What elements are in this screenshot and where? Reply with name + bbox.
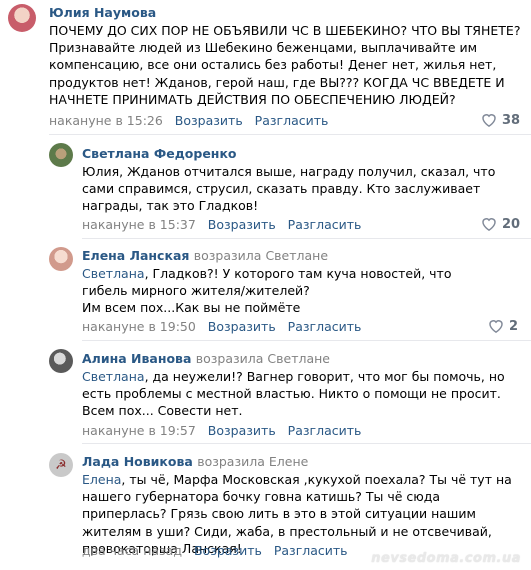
heart-icon [489, 320, 503, 334]
reply-to[interactable]: Светлане [265, 248, 328, 263]
author-link[interactable]: Лада Новикова [82, 454, 193, 469]
avatar[interactable] [49, 349, 73, 373]
addressee-link[interactable]: Светлана [82, 369, 145, 384]
reply-button[interactable]: Возразить [208, 217, 276, 232]
share-button[interactable]: Разгласить [288, 423, 362, 438]
comment-text: Светлана, да неужели!? Вагнер говорит, ч… [82, 368, 522, 420]
author-name: Лада Новикова возразила Елене [82, 454, 308, 469]
avatar[interactable] [49, 247, 73, 271]
like-button[interactable]: 20 [481, 216, 520, 232]
avatar[interactable] [49, 143, 73, 167]
watermark: nevsedoma.com.ua [371, 551, 521, 566]
comment-meta: два часа назад Возразить Разгласить [82, 543, 348, 558]
comment-text: ПОЧЕМУ ДО СИХ ПОР НЕ ОБЪЯВИЛИ ЧС В ШЕБЕК… [49, 22, 525, 108]
reply-meta: возразила Светлане [196, 351, 330, 366]
addressee-link[interactable]: Светлана [82, 266, 145, 281]
reply-prefix: возразила [193, 248, 262, 263]
comment-meta: накануне в 15:26 Возразить Разгласить [49, 113, 328, 128]
timestamp[interactable]: накануне в 19:57 [82, 423, 196, 438]
divider [82, 443, 531, 444]
timestamp[interactable]: накануне в 15:37 [82, 217, 196, 232]
hammer-sickle-icon: ☭ [55, 457, 67, 473]
like-button[interactable]: 38 [481, 112, 520, 128]
reply-prefix: возразила [197, 454, 265, 469]
avatar[interactable]: ☭ [49, 453, 73, 477]
divider [82, 238, 531, 239]
comment-meta: накануне в 19:50 Возразить Разгласить [82, 319, 361, 334]
like-button[interactable]: 2 [488, 318, 518, 334]
divider [49, 134, 531, 135]
reply-to[interactable]: Светлане [267, 351, 330, 366]
reply-meta: возразила Елене [197, 454, 308, 469]
comment-text: Юлия, Жданов отчитался выше, награду пол… [82, 163, 518, 215]
timestamp[interactable]: накануне в 19:50 [82, 319, 196, 334]
share-button[interactable]: Разгласить [288, 217, 362, 232]
comment-meta: накануне в 15:37 Возразить Разгласить [82, 217, 361, 232]
reply-prefix: возразила [195, 351, 264, 366]
share-button[interactable]: Разгласить [274, 543, 348, 558]
comment-meta: накануне в 19:57 Возразить Разгласить [82, 423, 361, 438]
heart-icon [482, 218, 496, 232]
author-link[interactable]: Елена Ланская [82, 248, 189, 263]
author-name: Алина Иванова возразила Светлане [82, 351, 330, 366]
reply-button[interactable]: Возразить [175, 113, 243, 128]
reply-to[interactable]: Елене [269, 454, 308, 469]
author-name[interactable]: Юлия Наумова [49, 5, 156, 20]
like-count: 2 [509, 319, 519, 334]
addressee-link[interactable]: Елена [82, 472, 121, 487]
comment-body: ПОЧЕМУ ДО СИХ ПОР НЕ ОБЪЯВИЛИ ЧС В ШЕБЕК… [49, 23, 521, 107]
like-count: 20 [502, 217, 521, 232]
heart-icon [482, 114, 496, 128]
divider [82, 340, 531, 341]
avatar[interactable] [8, 4, 36, 32]
timestamp[interactable]: накануне в 15:26 [49, 113, 163, 128]
reply-meta: возразила Светлане [194, 248, 328, 263]
author-link[interactable]: Алина Иванова [82, 351, 191, 366]
author-name[interactable]: Светлана Федоренко [82, 146, 237, 161]
comment-text: Светлана, Гладков?! У которого там куча … [82, 265, 462, 317]
timestamp[interactable]: два часа назад [82, 543, 182, 558]
share-button[interactable]: Разгласить [288, 319, 362, 334]
comment-body: , да неужели!? Вагнер говорит, что мог б… [82, 369, 505, 419]
share-button[interactable]: Разгласить [255, 113, 329, 128]
reply-button[interactable]: Возразить [208, 423, 276, 438]
comment-body: Юлия, Жданов отчитался выше, награду пол… [82, 164, 496, 214]
author-name: Елена Ланская возразила Светлане [82, 248, 328, 263]
reply-button[interactable]: Возразить [208, 319, 276, 334]
like-count: 38 [502, 113, 521, 128]
reply-button[interactable]: Возразить [194, 543, 262, 558]
